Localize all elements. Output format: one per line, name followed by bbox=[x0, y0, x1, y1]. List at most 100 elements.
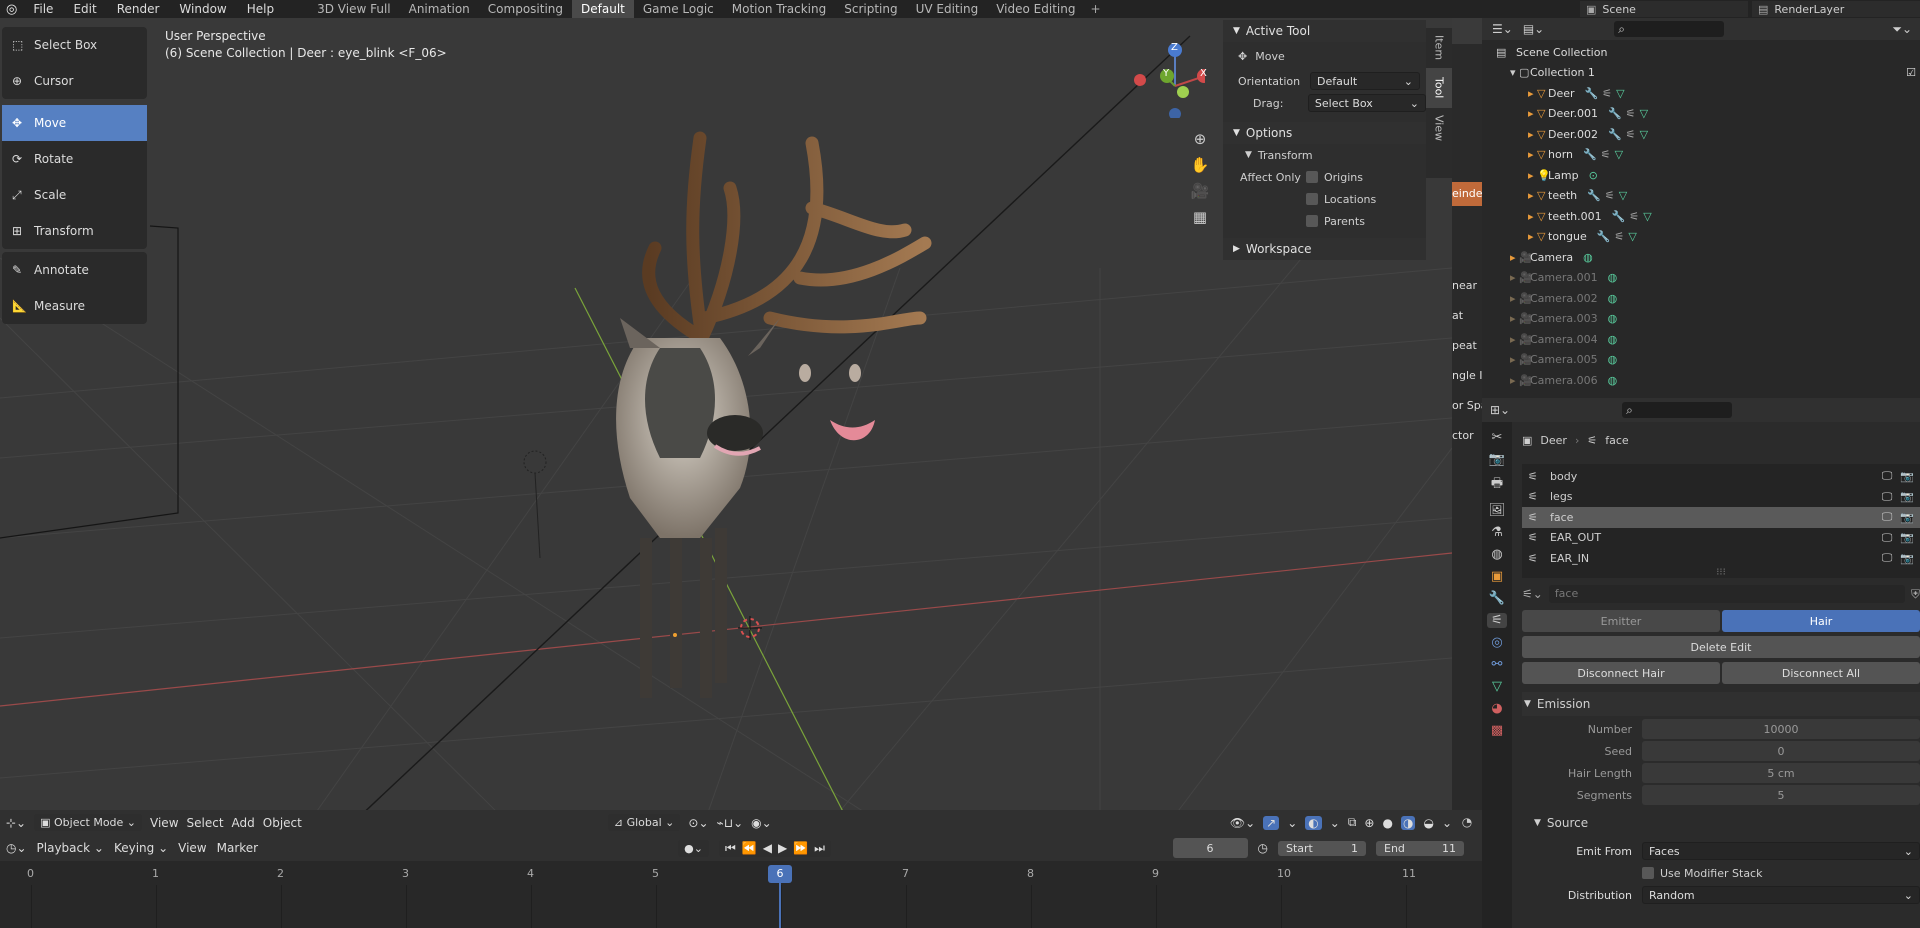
camera-view-icon[interactable]: 🎥 bbox=[1191, 182, 1210, 200]
outliner-item-camera-004[interactable]: ▸ 🎥 Camera.004 ◍ bbox=[1482, 329, 1920, 350]
outliner-item-camera-005[interactable]: ▸ 🎥 Camera.005 ◍ bbox=[1482, 350, 1920, 371]
tab-3d-view-full[interactable]: 3D View Full bbox=[308, 0, 400, 18]
proportional-edit-icon[interactable]: ◉⌄ bbox=[751, 816, 772, 830]
emitter-button[interactable]: Emitter bbox=[1522, 610, 1720, 632]
next-keyframe-icon[interactable]: ⏩ bbox=[793, 841, 808, 856]
menu-view[interactable]: View bbox=[178, 841, 206, 855]
shading-solid-icon[interactable]: ● bbox=[1382, 816, 1392, 830]
editor-type-icon[interactable]: ⊹⌄ bbox=[6, 816, 26, 830]
world-icon[interactable]: ◍ bbox=[1491, 547, 1502, 562]
outliner[interactable]: ☰⌄ ▤⌄ ⌕ ⏷⌄ ▤ Scene Collection ▾ ▢ Collectio… bbox=[1482, 18, 1920, 398]
menu-window[interactable]: Window bbox=[169, 2, 236, 16]
tool-scale[interactable]: ⤢ Scale bbox=[2, 177, 147, 213]
menu-file[interactable]: File bbox=[23, 2, 63, 16]
tool-settings-icon[interactable]: ✂ bbox=[1492, 430, 1503, 445]
transform-subheader[interactable]: ▼ Transform bbox=[1223, 144, 1426, 166]
monitor-icon[interactable]: 🖵 bbox=[1882, 490, 1893, 504]
monitor-icon[interactable]: 🖵 bbox=[1882, 551, 1893, 565]
scene-selector[interactable]: ▣ Scene bbox=[1580, 1, 1748, 17]
monitor-icon[interactable]: 🖵 bbox=[1882, 531, 1893, 545]
keying-menu[interactable]: Keying ⌄ bbox=[114, 841, 168, 855]
visibility-icon[interactable]: 👁⌄ bbox=[1230, 816, 1255, 830]
clock-icon[interactable]: ◷ bbox=[1258, 841, 1268, 855]
tab-motion-tracking[interactable]: Motion Tracking bbox=[723, 0, 835, 18]
outliner-item-horn[interactable]: ▸ ▽ horn 🔧 ⚟ ▽ bbox=[1482, 145, 1920, 166]
monitor-icon[interactable]: 🖵 bbox=[1882, 469, 1893, 483]
hair-button[interactable]: Hair bbox=[1722, 610, 1920, 632]
outliner-item-camera[interactable]: ▸ 🎥 Camera ◍ bbox=[1482, 247, 1920, 268]
xray-icon[interactable]: ⧉ bbox=[1348, 815, 1357, 830]
mode-dropdown[interactable]: ▣ Object Mode ⌄ bbox=[34, 814, 143, 831]
particle-name-field[interactable]: face bbox=[1548, 585, 1905, 603]
number-field[interactable]: 10000 bbox=[1642, 719, 1920, 739]
drag-dropdown[interactable]: Select Box ⌄ bbox=[1307, 94, 1426, 112]
playback-controls[interactable]: ⏮ ⏪ ◀ ▶ ⏩ ⏭ bbox=[718, 839, 831, 857]
view-layer-icon[interactable]: 🖼 bbox=[1489, 503, 1506, 518]
prev-keyframe-icon[interactable]: ⏪ bbox=[742, 841, 757, 856]
3d-viewport[interactable]: User Perspective (6) Scene Collection | … bbox=[0, 18, 1452, 835]
tab-scripting[interactable]: Scripting bbox=[835, 0, 906, 18]
play-icon[interactable]: ▶ bbox=[778, 841, 787, 856]
active-tool-item[interactable]: ✥ Move bbox=[1223, 42, 1426, 70]
playhead-frame-label[interactable]: 6 bbox=[768, 865, 792, 883]
outliner-item-teeth[interactable]: ▸ ▽ teeth 🔧 ⚟ ▽ bbox=[1482, 186, 1920, 207]
add-workspace-icon[interactable]: + bbox=[1084, 2, 1106, 16]
render-layer-selector[interactable]: ▤ RenderLayer bbox=[1752, 1, 1920, 17]
snap-icon[interactable]: ⌁⊔⌄ bbox=[717, 816, 744, 830]
modifier-wrench-icon[interactable]: 🔧 bbox=[1489, 591, 1505, 606]
outliner-item-camera-001[interactable]: ▸ 🎥 Camera.001 ◍ bbox=[1482, 268, 1920, 289]
outliner-item-lamp[interactable]: ▸ 💡 Lamp ⊙ bbox=[1482, 165, 1920, 186]
timeline[interactable]: ◷⌄ Playback ⌄ Keying ⌄ View Marker ●⌄ ⏮ ⏪… bbox=[0, 835, 1482, 928]
tool-annotate[interactable]: ✎ Annotate bbox=[2, 252, 147, 288]
tab-game-logic[interactable]: Game Logic bbox=[634, 0, 723, 18]
particle-system-item[interactable]: ⚟ body 🖵 📷 bbox=[1522, 466, 1920, 487]
monitor-icon[interactable]: 🖵 bbox=[1882, 510, 1893, 524]
tab-uv-editing[interactable]: UV Editing bbox=[907, 0, 988, 18]
tab-video-editing[interactable]: Video Editing bbox=[987, 0, 1084, 18]
tool-rotate[interactable]: ⟳ Rotate bbox=[2, 141, 147, 177]
tool-cursor[interactable]: ⊕ Cursor bbox=[2, 63, 147, 99]
start-frame-field[interactable]: Start 1 bbox=[1278, 840, 1366, 856]
camera-render-icon[interactable]: 📷 bbox=[1900, 531, 1914, 544]
menu-render[interactable]: Render bbox=[107, 2, 170, 16]
outliner-item-deer-001[interactable]: ▸ ▽ Deer.001 🔧 ⚟ ▽ bbox=[1482, 104, 1920, 125]
parents-checkbox[interactable] bbox=[1306, 215, 1318, 227]
tab-item[interactable]: Item bbox=[1426, 28, 1452, 68]
particle-system-list[interactable]: ⚟ body 🖵 📷 ⚟ legs 🖵 📷 ⚟ face 🖵 📷 ⚟ EAR_OUT 🖵 📷 ⚟ EAR_IN 🖵 📷… bbox=[1522, 464, 1920, 578]
blender-logo-icon[interactable]: ◎ bbox=[0, 2, 23, 17]
ortho-grid-icon[interactable]: ▦ bbox=[1193, 208, 1207, 226]
tab-default[interactable]: Default bbox=[572, 0, 634, 18]
active-tool-header[interactable]: ▼ Active Tool bbox=[1223, 20, 1426, 42]
emission-header[interactable]: ▼ Emission bbox=[1522, 692, 1920, 716]
record-icon[interactable]: ●⌄ bbox=[678, 839, 709, 857]
jump-start-icon[interactable]: ⏮ bbox=[725, 841, 736, 856]
material-icon[interactable]: ◕ bbox=[1491, 701, 1502, 716]
editor-type-icon[interactable]: ◷⌄ bbox=[6, 841, 27, 855]
tool-move[interactable]: ✥ Move bbox=[2, 105, 147, 141]
end-frame-field[interactable]: End 11 bbox=[1376, 840, 1464, 856]
seed-field[interactable]: 0 bbox=[1642, 741, 1920, 761]
outliner-item-camera-002[interactable]: ▸ 🎥 Camera.002 ◍ bbox=[1482, 288, 1920, 309]
tool-select-box[interactable]: ⬚ Select Box bbox=[2, 27, 147, 63]
search-input[interactable]: ⌕ bbox=[1614, 21, 1725, 37]
orientation-global-dropdown[interactable]: ⊿ Global ⌄ bbox=[607, 814, 681, 831]
playback-menu[interactable]: Playback ⌄ bbox=[37, 841, 104, 855]
menu-add[interactable]: Add bbox=[232, 816, 255, 830]
particle-system-item[interactable]: ⚟ EAR_OUT 🖵 📷 bbox=[1522, 528, 1920, 549]
jump-end-icon[interactable]: ⏭ bbox=[814, 841, 825, 856]
outliner-item-tongue[interactable]: ▸ ▽ tongue 🔧 ⚟ ▽ bbox=[1482, 227, 1920, 248]
particle-system-item[interactable]: ⚟ EAR_IN 🖵 📷 bbox=[1522, 548, 1920, 569]
editor-type-icon[interactable]: ⊞⌄ bbox=[1490, 403, 1510, 417]
particle-settings-icon[interactable]: ⚟⌄ bbox=[1522, 587, 1543, 601]
camera-render-icon[interactable]: 📷 bbox=[1900, 470, 1914, 483]
filter-icon[interactable]: ⏷⌄ bbox=[1892, 22, 1912, 37]
pivot-icon[interactable]: ⊙⌄ bbox=[688, 816, 708, 830]
output-icon[interactable]: 🖶 bbox=[1491, 474, 1503, 496]
outliner-collection[interactable]: ▾ ▢ Collection 1 ☑ bbox=[1482, 63, 1920, 84]
outliner-item-teeth-001[interactable]: ▸ ▽ teeth.001 🔧 ⚟ ▽ bbox=[1482, 206, 1920, 227]
camera-render-icon[interactable]: 📷 bbox=[1900, 552, 1914, 565]
clipped-tab[interactable]: einde bbox=[1452, 182, 1482, 206]
particles-icon[interactable]: ⚟ bbox=[1487, 613, 1507, 628]
menu-help[interactable]: Help bbox=[237, 2, 284, 16]
object-icon[interactable]: ▣ bbox=[1491, 569, 1503, 584]
